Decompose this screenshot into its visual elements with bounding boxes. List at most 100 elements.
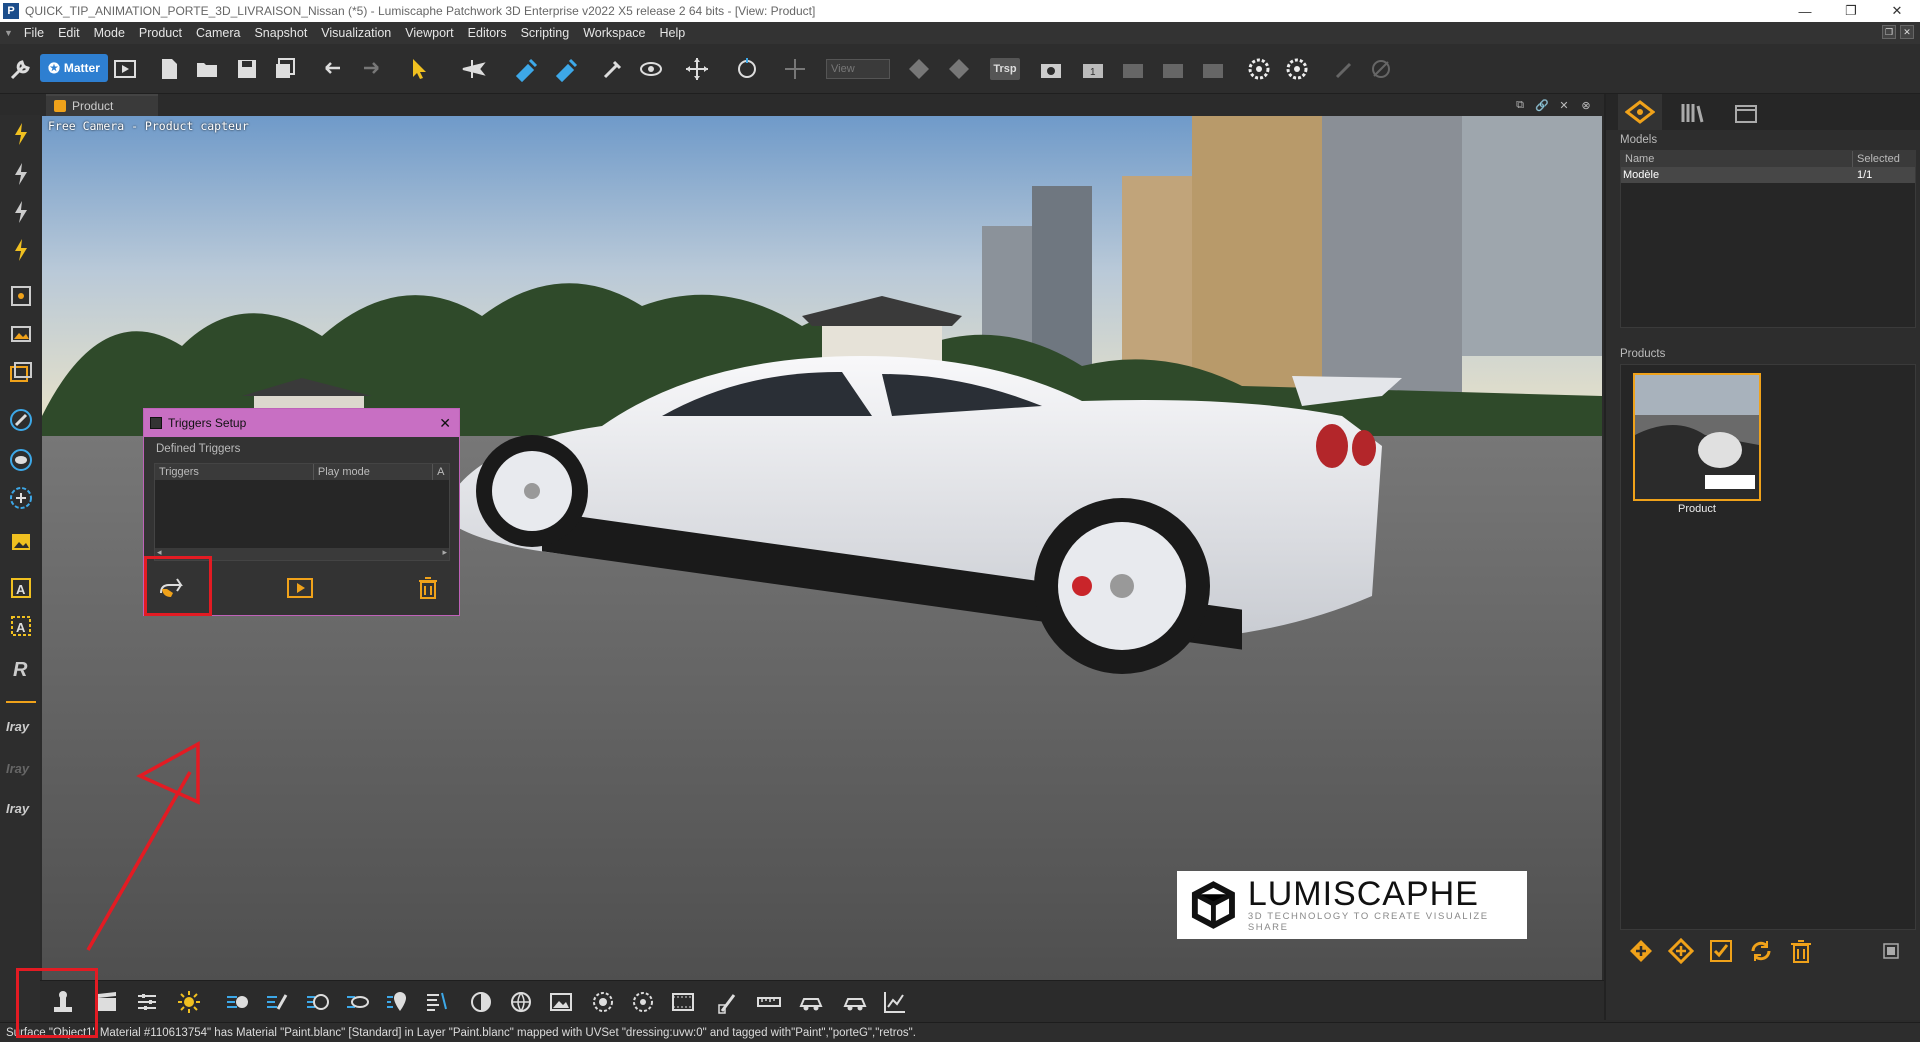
select-arrow-icon[interactable] <box>404 54 434 84</box>
erase-disabled-icon[interactable] <box>1366 54 1396 84</box>
menu-scripting[interactable]: Scripting <box>514 26 577 40</box>
brush-edit-icon[interactable] <box>714 987 744 1017</box>
minimize-button[interactable]: — <box>1782 0 1828 22</box>
target-icon[interactable] <box>6 483 36 513</box>
view-select[interactable]: View <box>826 59 890 79</box>
column-a[interactable]: A <box>433 464 449 480</box>
animation-location-icon[interactable] <box>382 987 412 1017</box>
lightning-edit-icon[interactable] <box>6 159 36 189</box>
close-icon[interactable]: ✕ <box>439 415 451 432</box>
picture-icon[interactable] <box>6 527 36 557</box>
pan-icon[interactable] <box>780 54 810 84</box>
car-config-icon[interactable] <box>796 987 826 1017</box>
wrench-icon[interactable] <box>6 54 36 84</box>
tab-product[interactable]: Product <box>46 94 158 116</box>
car-variant-icon[interactable] <box>840 987 870 1017</box>
fly-mode-icon[interactable] <box>458 54 488 84</box>
animation-eye-icon[interactable] <box>342 987 372 1017</box>
render-settings-icon[interactable] <box>628 987 658 1017</box>
duplicate-product-icon[interactable] <box>1667 937 1695 965</box>
animation-icon[interactable] <box>222 987 252 1017</box>
delete-trigger-button[interactable] <box>412 573 444 603</box>
play-trigger-button[interactable] <box>284 573 316 603</box>
menu-mode[interactable]: Mode <box>87 26 132 40</box>
animation-bend-icon[interactable] <box>262 987 292 1017</box>
column-triggers[interactable]: Triggers <box>155 464 314 480</box>
menu-camera[interactable]: Camera <box>189 26 247 40</box>
system-menu-icon[interactable]: ▼ <box>0 28 17 38</box>
redo-icon[interactable] <box>356 54 386 84</box>
iray-disabled-label[interactable]: Iray <box>6 761 29 776</box>
mdi-restore-icon[interactable]: ❐ <box>1882 25 1896 39</box>
animation-globe-icon[interactable] <box>302 987 332 1017</box>
render-window-icon[interactable] <box>110 54 140 84</box>
table-row[interactable]: Modèle 1/1 <box>1621 167 1915 183</box>
camera-2-icon[interactable] <box>1118 54 1148 84</box>
paint-pick-icon[interactable] <box>512 54 542 84</box>
link-icon[interactable]: 🔗 <box>1534 97 1550 113</box>
dialog-titlebar[interactable]: Triggers Setup <box>144 409 459 437</box>
lightning-spark-icon[interactable] <box>6 235 36 265</box>
undo-icon[interactable] <box>318 54 348 84</box>
panel-options-icon[interactable] <box>1882 942 1900 960</box>
product-thumbnail[interactable] <box>1633 373 1761 501</box>
menu-snapshot[interactable]: Snapshot <box>247 26 314 40</box>
brush-disabled-icon[interactable] <box>1330 54 1360 84</box>
eyedropper-icon[interactable] <box>598 54 628 84</box>
ruler-icon[interactable] <box>754 987 784 1017</box>
font-a-icon[interactable]: A <box>6 573 36 603</box>
pin-icon[interactable]: ✕ <box>1556 97 1572 113</box>
tab-models[interactable] <box>1618 94 1662 130</box>
models-table[interactable]: Name Selected Modèle 1/1 <box>1620 150 1916 328</box>
tab-assets[interactable] <box>1724 94 1768 130</box>
lightning-icon[interactable] <box>6 197 36 227</box>
rotate-gizmo-icon[interactable] <box>732 54 762 84</box>
scroll-right-icon[interactable]: ▸ <box>442 547 447 558</box>
refresh-product-icon[interactable] <box>1748 938 1774 964</box>
sun-icon[interactable] <box>174 987 204 1017</box>
menu-help[interactable]: Help <box>653 26 693 40</box>
environment-globe-icon[interactable] <box>506 987 536 1017</box>
column-play-mode[interactable]: Play mode <box>314 464 434 480</box>
menu-file[interactable]: File <box>17 26 51 40</box>
font-a-dashed-icon[interactable]: A <box>6 611 36 641</box>
close-window-button[interactable]: ✕ <box>1874 0 1920 22</box>
open-folder-icon[interactable] <box>192 54 222 84</box>
camera-settings-icon[interactable] <box>588 987 618 1017</box>
camera-icon[interactable] <box>1036 54 1066 84</box>
shading-icon[interactable] <box>466 987 496 1017</box>
new-file-icon[interactable] <box>154 54 184 84</box>
matter-button[interactable]: ✪ Matter <box>40 54 108 82</box>
add-product-icon[interactable] <box>1628 938 1654 964</box>
settings-gear-icon[interactable] <box>1244 54 1274 84</box>
menu-editors[interactable]: Editors <box>461 26 514 40</box>
tab-library[interactable] <box>1670 94 1714 130</box>
products-list[interactable]: Product <box>1620 364 1916 930</box>
diamond-left-icon[interactable] <box>904 54 934 84</box>
save-icon[interactable] <box>232 54 262 84</box>
camera-4-icon[interactable] <box>1198 54 1228 84</box>
delete-product-icon[interactable] <box>1788 938 1814 964</box>
trsp-button[interactable]: Trsp <box>990 58 1020 80</box>
diamond-right-icon[interactable] <box>944 54 974 84</box>
camera-3-icon[interactable] <box>1158 54 1188 84</box>
restore-button[interactable]: ❐ <box>1828 0 1874 22</box>
save-as-icon[interactable] <box>270 54 300 84</box>
triggers-table[interactable]: Triggers Play mode A ◂ ▸ <box>154 463 450 561</box>
menu-edit[interactable]: Edit <box>51 26 87 40</box>
chart-graph-icon[interactable] <box>880 987 910 1017</box>
column-name[interactable]: Name <box>1621 151 1853 167</box>
power-lightning-icon[interactable] <box>6 119 36 149</box>
menu-viewport[interactable]: Viewport <box>398 26 460 40</box>
camera-1-icon[interactable]: 1 <box>1078 54 1108 84</box>
render-gear-icon[interactable] <box>1282 54 1312 84</box>
menu-visualization[interactable]: Visualization <box>314 26 398 40</box>
validate-product-icon[interactable] <box>1708 938 1734 964</box>
float-window-icon[interactable]: ⧉ <box>1512 97 1528 113</box>
film-frame-icon[interactable] <box>668 987 698 1017</box>
layers-icon[interactable] <box>6 357 36 387</box>
column-selected[interactable]: Selected <box>1853 151 1915 167</box>
menu-product[interactable]: Product <box>132 26 189 40</box>
snapshot-image-icon[interactable] <box>6 319 36 349</box>
focus-frame-icon[interactable] <box>6 281 36 311</box>
